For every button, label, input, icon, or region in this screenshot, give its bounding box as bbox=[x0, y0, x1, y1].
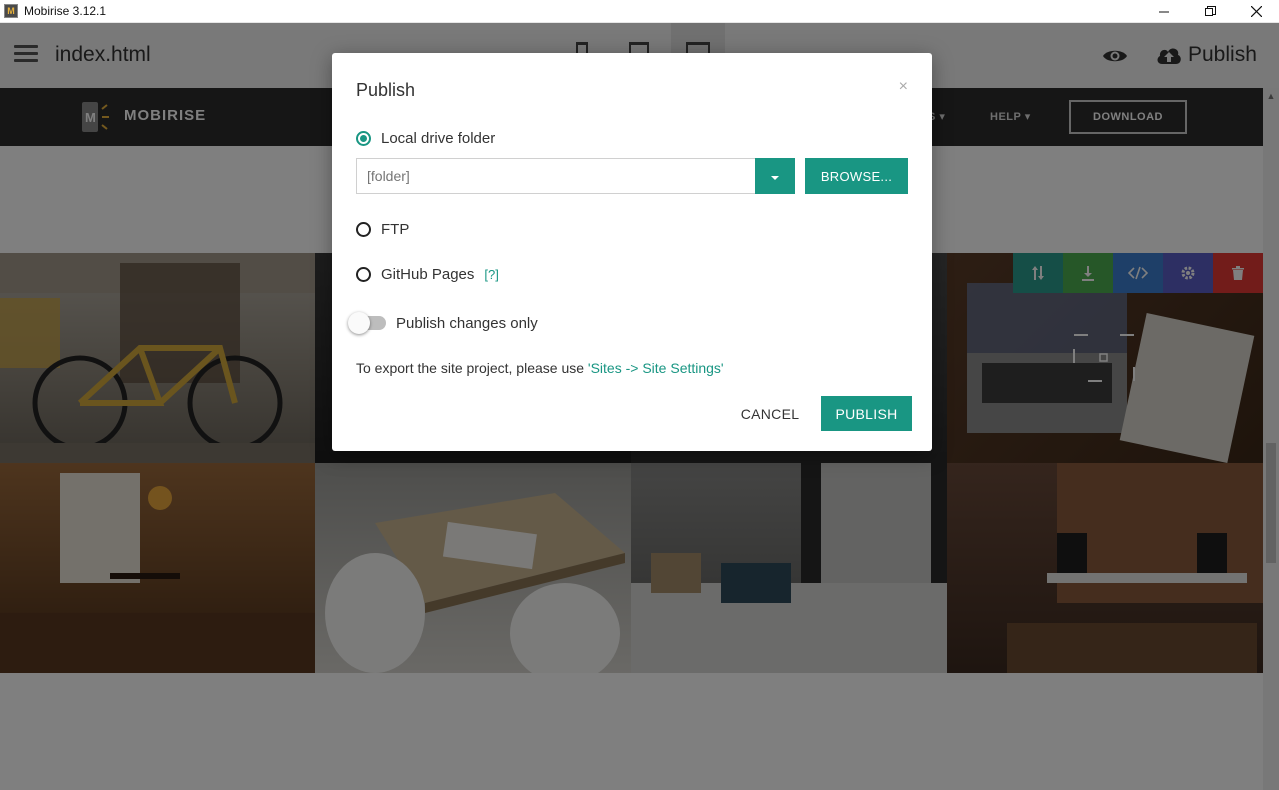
restore-button[interactable] bbox=[1187, 0, 1233, 23]
folder-path-input[interactable] bbox=[356, 158, 755, 194]
publish-changes-toggle[interactable] bbox=[348, 312, 386, 334]
restore-icon bbox=[1204, 6, 1216, 16]
app-logo-icon: M bbox=[4, 4, 18, 18]
radio-github-pages[interactable] bbox=[356, 267, 371, 282]
publish-dialog: Publish × Local drive folder BROWSE... F… bbox=[332, 53, 932, 451]
minimize-button[interactable] bbox=[1141, 0, 1187, 23]
export-note-text: To export the site project, please use bbox=[356, 360, 588, 376]
option-local-drive[interactable]: Local drive folder bbox=[356, 130, 495, 147]
publish-button[interactable]: PUBLISH bbox=[821, 396, 912, 431]
option-ftp[interactable]: FTP bbox=[356, 221, 409, 238]
option-github-pages[interactable]: GitHub Pages [?] bbox=[356, 266, 499, 283]
publish-changes-label: Publish changes only bbox=[396, 315, 538, 332]
option-github-pages-label: GitHub Pages bbox=[381, 266, 475, 283]
window-controls bbox=[1141, 0, 1279, 23]
close-icon bbox=[1250, 6, 1262, 17]
window-title: Mobirise 3.12.1 bbox=[24, 4, 107, 18]
window-titlebar: M Mobirise 3.12.1 bbox=[0, 0, 1279, 23]
close-dialog-icon[interactable]: × bbox=[899, 78, 908, 96]
site-settings-link[interactable]: 'Sites -> Site Settings' bbox=[588, 360, 724, 376]
cancel-button[interactable]: CANCEL bbox=[730, 396, 810, 432]
radio-local-drive[interactable] bbox=[356, 131, 371, 146]
close-window-button[interactable] bbox=[1233, 0, 1279, 23]
toggle-knob bbox=[348, 312, 370, 334]
option-local-drive-label: Local drive folder bbox=[381, 130, 496, 147]
export-note: To export the site project, please use '… bbox=[356, 360, 724, 376]
option-ftp-label: FTP bbox=[381, 221, 410, 238]
radio-ftp[interactable] bbox=[356, 222, 371, 237]
folder-history-dropdown[interactable] bbox=[755, 158, 795, 194]
minimize-icon bbox=[1159, 11, 1169, 12]
dialog-title: Publish bbox=[356, 80, 416, 100]
browse-button[interactable]: BROWSE... bbox=[805, 158, 908, 194]
github-help-link[interactable]: [?] bbox=[484, 267, 498, 282]
